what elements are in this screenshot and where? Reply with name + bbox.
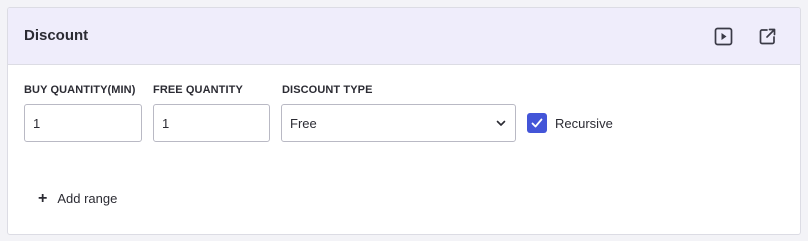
buy-quantity-label: BUY QUANTITY(MIN) [24,84,136,96]
open-external-button[interactable] [756,25,778,47]
add-range-label: Add range [57,191,118,206]
recursive-checkbox[interactable] [527,113,547,133]
checkmark-icon [531,118,543,128]
panel-header: Discount [8,8,800,65]
play-icon [714,27,732,45]
plus-icon: + [38,189,48,207]
free-quantity-input[interactable] [153,104,270,142]
recursive-label: Recursive [555,116,613,131]
panel-title: Discount [24,27,89,44]
free-quantity-label: FREE QUANTITY [153,84,243,96]
add-range-button[interactable]: + Add range [38,189,118,207]
external-link-icon [759,28,775,44]
discount-type-value: Free [290,115,317,131]
play-button[interactable] [712,25,734,47]
buy-quantity-input[interactable] [24,104,142,142]
discount-type-label: DISCOUNT TYPE [282,84,373,96]
discount-panel: Discount BUY QUANTITY(MIN) FREE QUANTITY… [7,7,801,235]
discount-type-select[interactable]: Free [281,104,516,142]
chevron-down-icon [496,120,506,126]
